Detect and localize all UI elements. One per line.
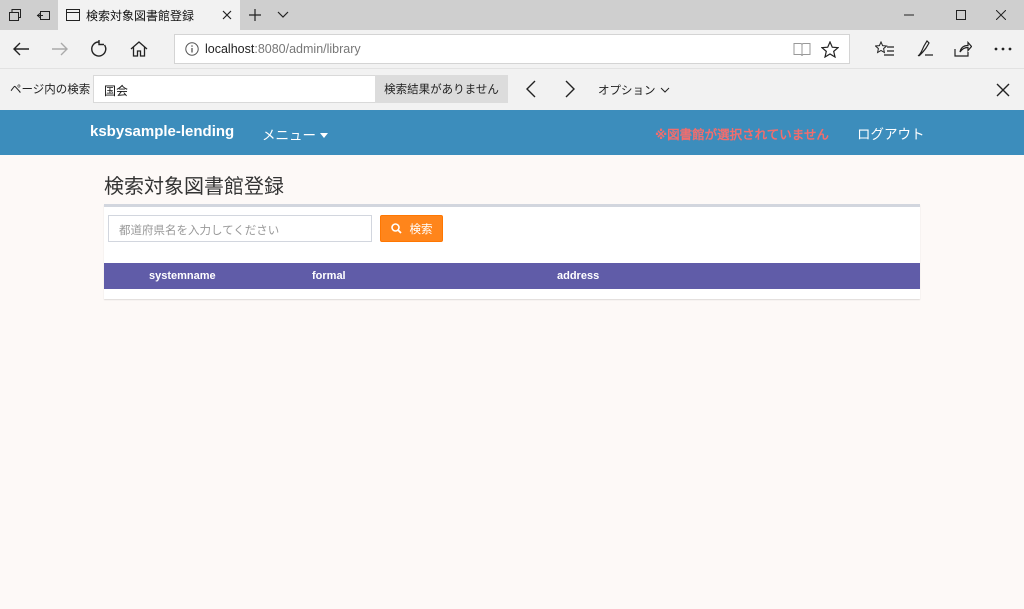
library-not-selected-warning: ※図書館が選択されていません (655, 127, 829, 142)
search-box: 都道府県名を入力してください 検索 systemname formal addr… (104, 204, 920, 299)
url-text: localhost:8080/admin/library (205, 42, 361, 56)
find-result-status: 検索結果がありません (375, 75, 508, 103)
find-close-icon[interactable] (990, 77, 1016, 103)
find-options-label: オプション (598, 83, 656, 97)
menu-dropdown[interactable]: メニュー (262, 124, 328, 144)
chevron-down-icon (660, 87, 669, 93)
home-icon[interactable] (124, 34, 154, 64)
close-tab-icon[interactable] (222, 10, 232, 20)
more-icon[interactable] (988, 34, 1018, 64)
refresh-icon[interactable] (84, 34, 114, 64)
tab-preview-chevron-icon[interactable] (272, 0, 294, 30)
search-icon (390, 223, 402, 234)
logout-link[interactable]: ログアウト (857, 123, 925, 143)
menu-label: メニュー (262, 128, 316, 144)
page-title: 検索対象図書館登録 (104, 174, 284, 198)
favorite-star-icon[interactable] (821, 41, 839, 58)
tab-title: 検索対象図書館登録 (86, 8, 195, 23)
app-header: ksbysample-lending メニュー ※図書館が選択されていません ロ… (0, 110, 1024, 155)
brand-link[interactable]: ksbysample-lending (90, 123, 234, 140)
browser-tab-bar: 検索対象図書館登録 (0, 0, 1024, 30)
prefecture-search-input[interactable]: 都道府県名を入力してください (108, 215, 372, 242)
share-icon[interactable] (948, 34, 978, 64)
find-options-button[interactable]: オプション (598, 82, 670, 98)
favorites-hub-icon[interactable] (870, 34, 900, 64)
page-icon (66, 9, 80, 21)
set-aside-tabs-icon[interactable] (29, 0, 58, 30)
library-table-header: systemname formal address (104, 263, 920, 289)
web-note-pen-icon[interactable] (910, 34, 940, 64)
find-on-page-bar: ページ内の検索 国会 検索結果がありません オプション (0, 68, 1024, 110)
search-button-label: 検索 (409, 221, 433, 236)
find-next-icon[interactable] (558, 77, 582, 101)
column-header-formal[interactable]: formal (312, 270, 346, 282)
column-header-systemname[interactable]: systemname (149, 270, 216, 282)
browser-toolbar: localhost:8080/admin/library (0, 30, 1024, 68)
back-icon[interactable] (6, 34, 36, 64)
search-button[interactable]: 検索 (380, 215, 443, 242)
info-icon[interactable] (185, 42, 199, 56)
find-previous-icon[interactable] (519, 77, 543, 101)
reading-view-icon[interactable] (793, 42, 811, 57)
find-label: ページ内の検索 (10, 82, 91, 96)
address-bar[interactable]: localhost:8080/admin/library (174, 34, 850, 64)
minimize-icon[interactable] (886, 0, 932, 30)
close-window-icon[interactable] (978, 0, 1024, 30)
column-header-address[interactable]: address (557, 270, 599, 282)
web-page: ksbysample-lending メニュー ※図書館が選択されていません ロ… (0, 110, 1024, 609)
forward-icon[interactable] (45, 34, 75, 64)
new-tab-icon[interactable] (244, 0, 266, 30)
tab-manager-icon[interactable] (0, 0, 29, 30)
caret-down-icon (320, 132, 328, 138)
find-input[interactable]: 国会 (93, 75, 375, 103)
tab-active[interactable]: 検索対象図書館登録 (58, 0, 240, 30)
